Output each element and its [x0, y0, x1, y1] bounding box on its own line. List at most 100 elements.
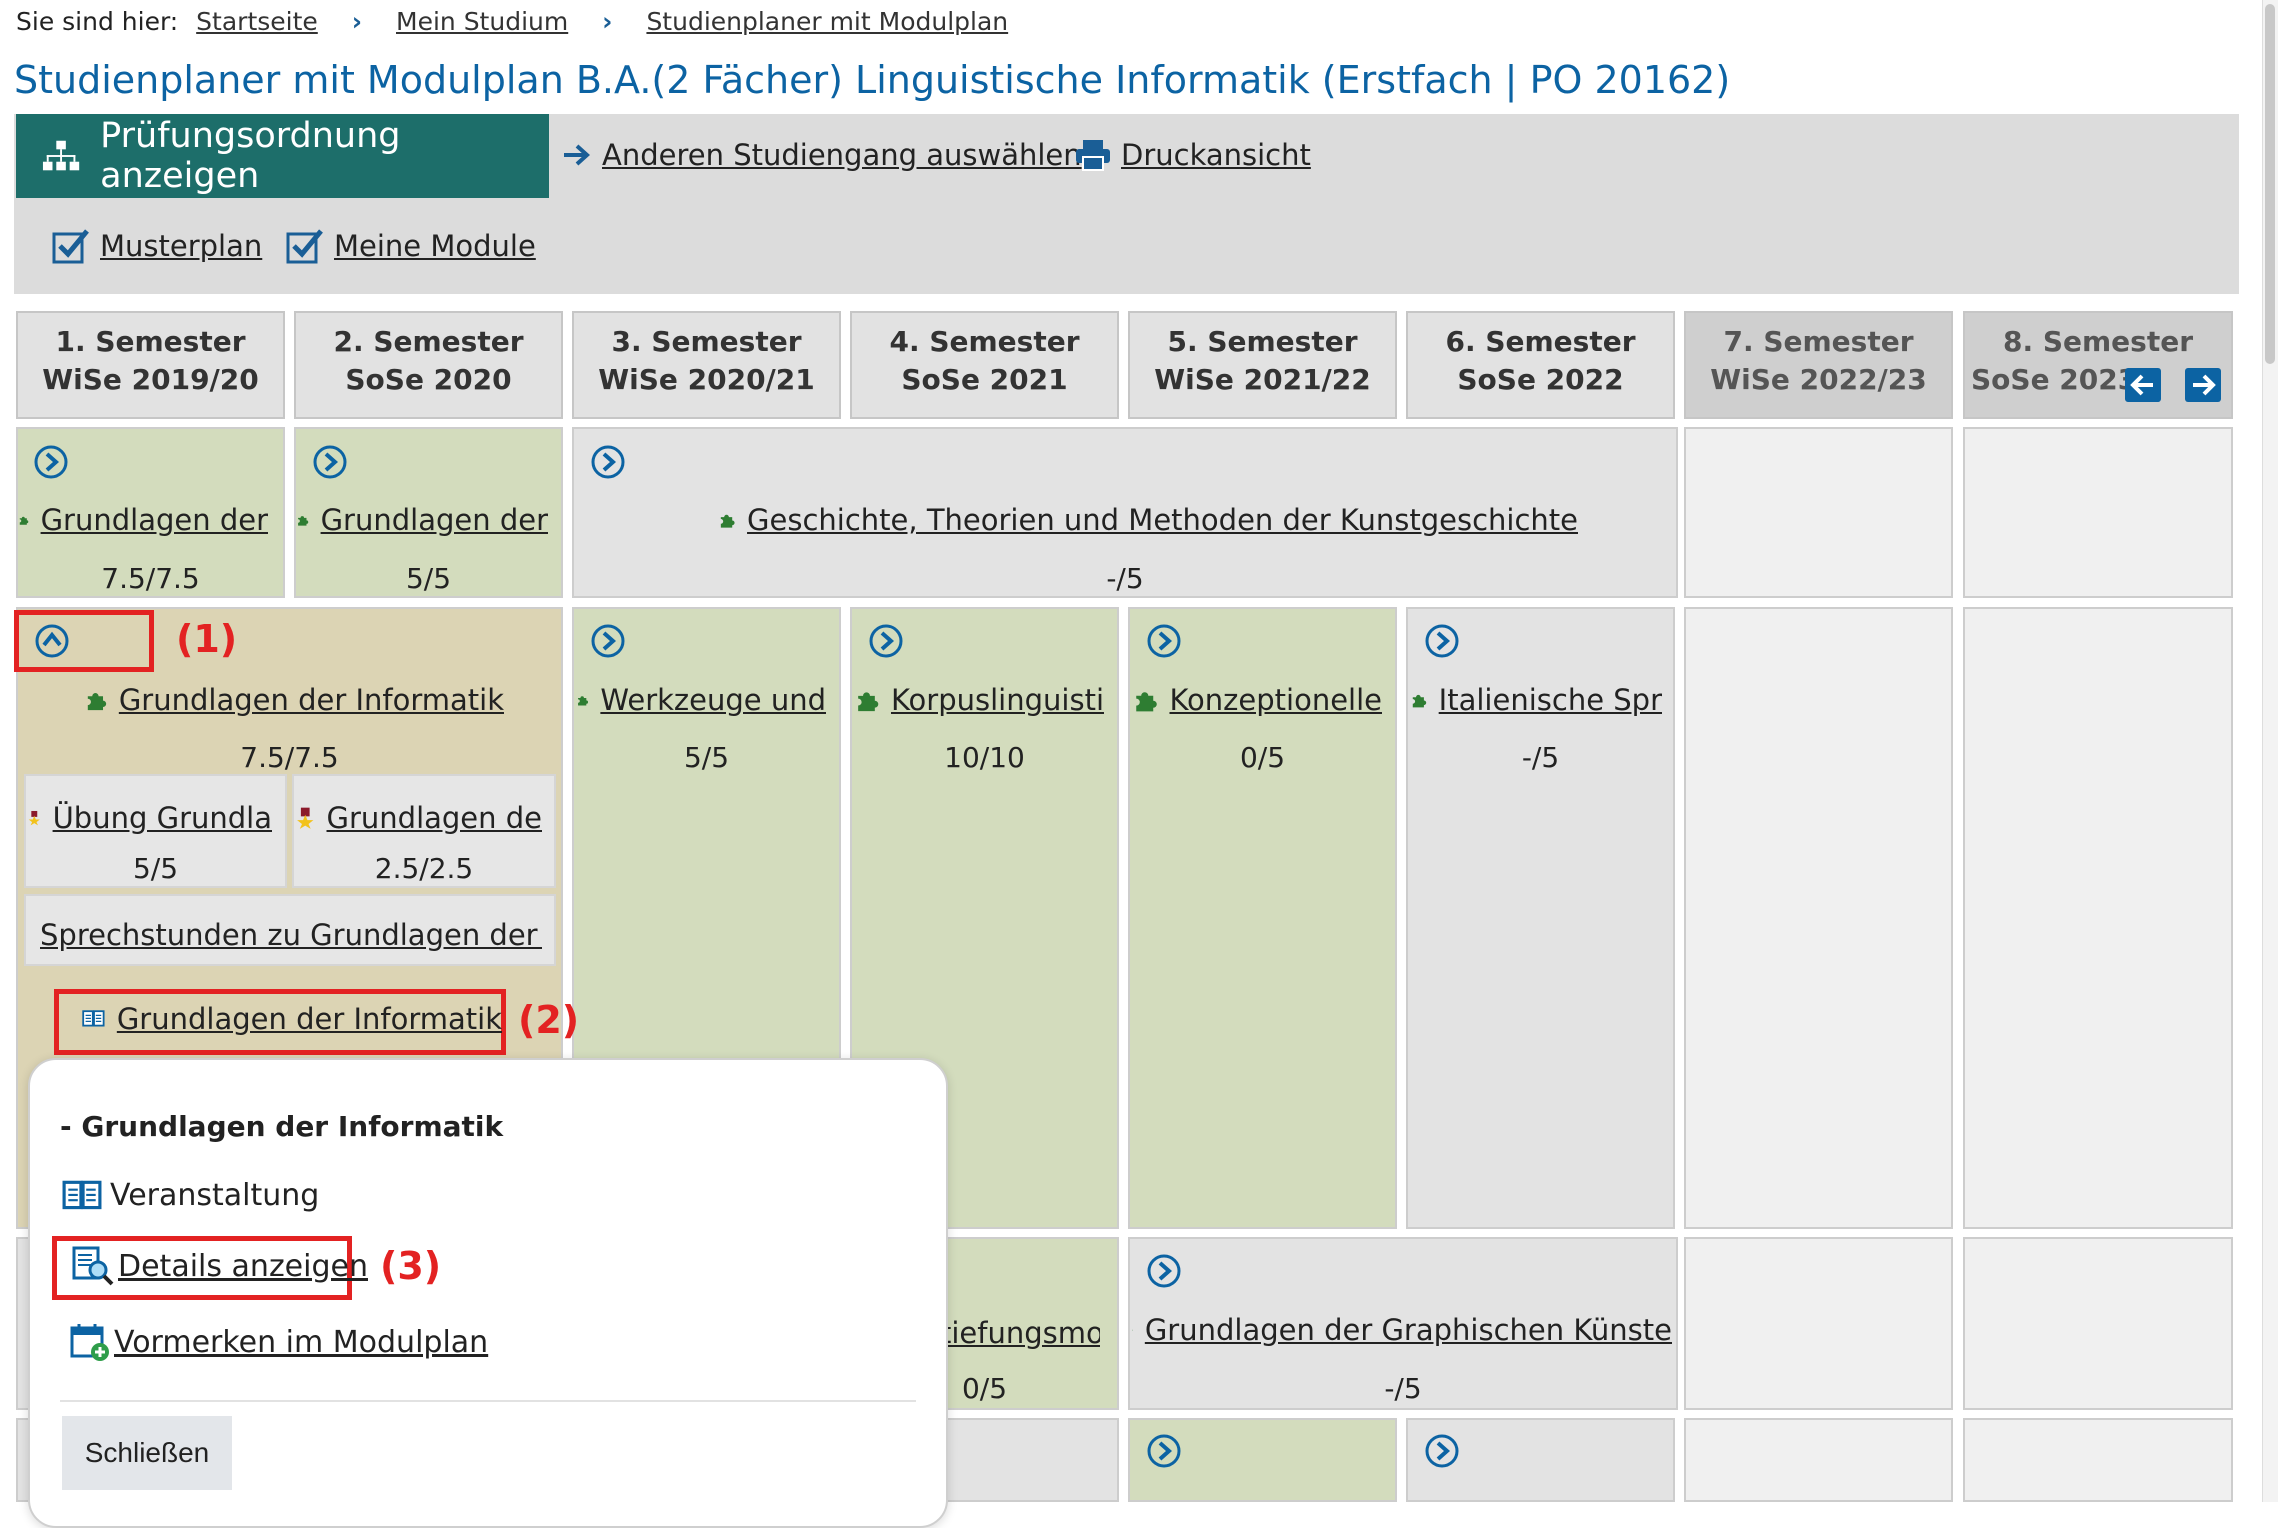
- puzzle-icon: [720, 514, 735, 528]
- chevron-right-icon: ›: [602, 7, 613, 36]
- meine-module-checkbox[interactable]: Meine Module: [286, 228, 536, 264]
- book-icon: [62, 1180, 102, 1209]
- module-label: Grundlagen der Graphischen Künste: [1144, 1313, 1672, 1347]
- musterplan-checkbox[interactable]: Musterplan: [52, 228, 262, 264]
- details-magnifier-icon: [72, 1246, 114, 1286]
- semester-header: 4. Semester SoSe 2021: [850, 311, 1119, 419]
- semester-header: 5. Semester WiSe 2021/22: [1128, 311, 1397, 419]
- module-points: 0/5: [1239, 741, 1286, 774]
- award-icon: [28, 810, 40, 826]
- expand-icon[interactable]: [312, 444, 348, 480]
- submodule-label: Übung Grundla: [52, 801, 272, 835]
- breadcrumb-prefix: Sie sind hier:: [16, 7, 179, 36]
- module-link[interactable]: Grundlagen der Informatik: [84, 682, 504, 718]
- arrow-right-icon: [564, 144, 590, 166]
- pruefungsordnung-button[interactable]: Prüfungsordnung anzeigen: [16, 114, 549, 198]
- module-link[interactable]: Grundlagen der: [18, 502, 268, 538]
- breadcrumb: Sie sind hier: Startseite › Mein Studium…: [16, 4, 1008, 40]
- module-link[interactable]: Korpuslinguisti: [854, 682, 1104, 718]
- semester-number: 3. Semester: [611, 325, 802, 358]
- popup-veranstaltung: Veranstaltung: [62, 1178, 319, 1213]
- chevron-right-icon: ›: [351, 7, 363, 36]
- module-points: 5/5: [405, 562, 452, 595]
- empty-cell: [1684, 427, 1953, 598]
- semester-term: WiSe 2020/21: [598, 363, 815, 396]
- checkbox-checked-icon: [286, 229, 323, 264]
- divider: [60, 1400, 916, 1402]
- empty-cell: [1684, 1418, 1953, 1502]
- submodule-points: 2.5/2.5: [374, 852, 474, 885]
- expand-icon[interactable]: [1146, 1253, 1182, 1289]
- module-link[interactable]: tiefungsmoc: [940, 1316, 1100, 1350]
- sitemap-icon: [42, 140, 80, 171]
- award-icon: [297, 807, 314, 829]
- arrow-right-icon[interactable]: [2185, 368, 2221, 402]
- module-points: 10/10: [944, 741, 1025, 774]
- expand-icon[interactable]: [868, 623, 904, 659]
- expand-icon[interactable]: [1424, 1433, 1460, 1469]
- expand-icon[interactable]: [590, 623, 626, 659]
- module-label: Grundlagen der: [40, 503, 268, 537]
- expand-icon[interactable]: [1424, 623, 1460, 659]
- semester-term: SoSe 2022: [1457, 363, 1624, 396]
- module-label: Konzeptionelle: [1169, 683, 1382, 717]
- module-link[interactable]: Werkzeuge und: [576, 682, 826, 718]
- print-label: Druckansicht: [1121, 138, 1311, 172]
- module-link[interactable]: Konzeptionelle: [1132, 682, 1382, 718]
- printer-icon: [1076, 140, 1110, 171]
- module-label: Geschichte, Theorien und Methoden der Ku…: [747, 503, 1578, 537]
- module-link[interactable]: Grundlagen der Graphischen Künste: [1132, 1312, 1672, 1348]
- page-title: Studienplaner mit Modulplan B.A.(2 Fäche…: [14, 58, 1731, 102]
- collapse-icon[interactable]: [34, 623, 70, 659]
- semester-number: 6. Semester: [1445, 325, 1636, 358]
- module-points: -/5: [1106, 562, 1144, 595]
- close-button[interactable]: Schließen: [62, 1416, 232, 1490]
- semester-header: 8. Semester SoSe 2023: [1963, 311, 2233, 419]
- submodule-link[interactable]: Grundlagen de: [296, 798, 542, 838]
- expand-icon[interactable]: [33, 444, 69, 480]
- other-program-label: Anderen Studiengang auswählen: [602, 138, 1082, 172]
- popup-veranstaltung-label: Veranstaltung: [110, 1178, 320, 1213]
- annotation-label: (3): [380, 1244, 442, 1288]
- module-label: Werkzeuge und: [600, 683, 826, 717]
- semester-header: 1. Semester WiSe 2019/20: [16, 311, 285, 419]
- details-anzeigen-link[interactable]: Details anzeigen: [72, 1246, 368, 1286]
- arrow-left-icon[interactable]: [2125, 368, 2161, 402]
- module-points: -/5: [1521, 741, 1560, 774]
- empty-cell: [1963, 1237, 2233, 1410]
- breadcrumb-home[interactable]: Startseite: [196, 7, 318, 36]
- semester-term: WiSe 2022/23: [1710, 363, 1927, 396]
- breadcrumb-studienplaner[interactable]: Studienplaner mit Modulplan: [646, 7, 1008, 36]
- module-label: Korpuslinguisti: [890, 683, 1104, 717]
- other-program-link[interactable]: Anderen Studiengang auswählen: [562, 138, 1082, 172]
- expand-icon[interactable]: [1146, 1433, 1182, 1469]
- module-link[interactable]: Italienische Spr: [1410, 682, 1662, 718]
- module-link[interactable]: Grundlagen der: [296, 502, 548, 538]
- module-label: tiefungsmoc: [940, 1316, 1100, 1350]
- vormerken-link[interactable]: Vormerken im Modulplan: [70, 1322, 488, 1362]
- course-link[interactable]: Sprechstunden zu Grundlagen der I: [28, 918, 542, 952]
- course-link[interactable]: Grundlagen der Informatik: [82, 1002, 502, 1036]
- semester-header: 3. Semester WiSe 2020/21: [572, 311, 841, 419]
- popup-title: - Grundlagen der Informatik: [60, 1110, 504, 1143]
- empty-cell: [1963, 427, 2233, 598]
- module-link[interactable]: Geschichte, Theorien und Methoden der Ku…: [718, 502, 1578, 538]
- scrollbar-thumb[interactable]: [2265, 4, 2275, 364]
- module-points: 7.5/7.5: [240, 741, 339, 774]
- print-link[interactable]: Druckansicht: [1075, 138, 1311, 172]
- semester-number: 5. Semester: [1167, 325, 1358, 358]
- course-label: Grundlagen der Informatik: [116, 1002, 502, 1036]
- submodule-label: Grundlagen de: [326, 801, 543, 835]
- course-label: Sprechstunden zu Grundlagen der I: [40, 918, 542, 952]
- puzzle-icon: [298, 516, 309, 526]
- breadcrumb-mein-studium[interactable]: Mein Studium: [396, 7, 568, 36]
- semester-header: 2. Semester SoSe 2020: [294, 311, 563, 419]
- semester-number: 8. Semester: [2002, 325, 2194, 358]
- semester-number: 4. Semester: [889, 325, 1080, 358]
- submodule-link[interactable]: Übung Grundla: [28, 798, 272, 838]
- expand-icon[interactable]: [1146, 623, 1182, 659]
- module-label: Grundlagen der: [320, 503, 548, 537]
- empty-cell: [1684, 607, 1953, 1229]
- semester-number: 1. Semester: [55, 325, 246, 358]
- expand-icon[interactable]: [590, 444, 626, 480]
